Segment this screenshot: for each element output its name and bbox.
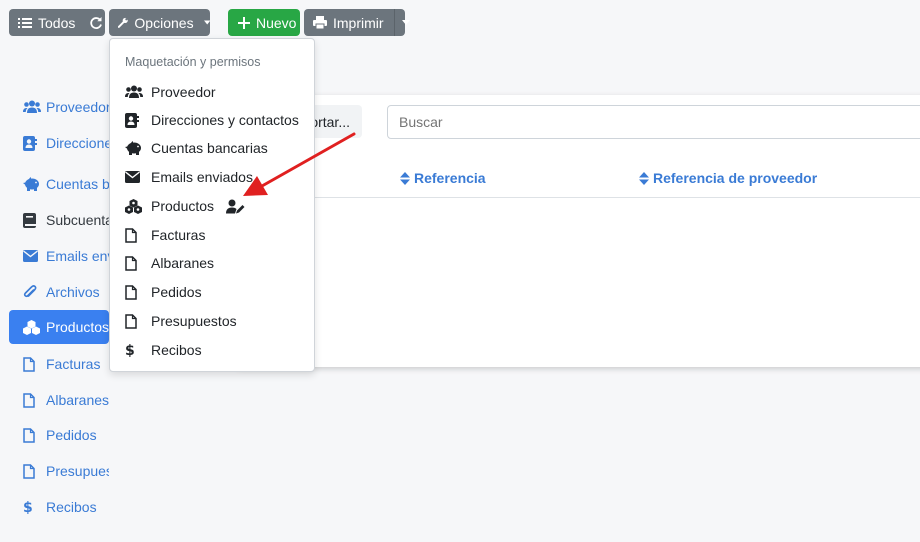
sidebar-item-label: Direcciones y contactos — [46, 135, 109, 151]
dropdown-header: Maquetación y permisos — [125, 55, 261, 69]
dropdown-item-label: Pedidos — [151, 284, 202, 300]
column-header-label: Referencia — [414, 170, 486, 186]
sort-icon — [400, 171, 410, 185]
sidebar-item-emails-enviados[interactable]: Emails enviados — [9, 239, 109, 273]
sidebar-item-label: Recibos — [46, 499, 97, 515]
sidebar-item-label: Subcuentas — [46, 212, 109, 228]
sidebar-item-recibos[interactable]: $ Recibos — [9, 490, 109, 524]
address-book-icon — [125, 112, 145, 128]
sidebar-item-label: Cuentas bancarias — [46, 176, 109, 192]
file-icon — [23, 427, 41, 443]
piggy-bank-icon — [23, 176, 41, 192]
print-button-label: Imprimir — [333, 14, 384, 31]
header-divider — [236, 197, 920, 198]
dropdown-item-label: Facturas — [151, 227, 206, 243]
sidebar-item-proveedor[interactable]: Proveedor — [9, 90, 109, 124]
sidebar-item-pedidos[interactable]: Pedidos — [9, 418, 109, 452]
refresh-icon — [90, 16, 103, 29]
dollar-icon: $ — [23, 499, 41, 515]
file-icon — [125, 313, 145, 329]
new-button[interactable]: Nuevo — [228, 9, 300, 36]
new-button-label: Nuevo — [256, 14, 297, 31]
sidebar-item-label: Archivos — [46, 284, 100, 300]
dropdown-item-recibos[interactable]: $ Recibos — [125, 339, 202, 361]
wrench-icon — [118, 17, 128, 28]
envelope-icon — [125, 169, 145, 185]
options-button-label: Opciones — [134, 14, 194, 31]
users-icon — [23, 99, 41, 115]
sort-button-label: ortar... — [310, 113, 350, 130]
book-icon — [23, 212, 41, 228]
caret-down-icon — [203, 20, 210, 25]
cubes-icon — [23, 319, 41, 335]
dropdown-item-emails-enviados[interactable]: Emails enviados — [125, 166, 253, 188]
dropdown-item-productos[interactable]: Productos — [125, 195, 245, 217]
dropdown-item-label: Proveedor — [151, 84, 216, 100]
dropdown-item-cuentas-bancarias[interactable]: Cuentas bancarias — [125, 137, 268, 159]
sidebar-item-label: Proveedor — [46, 99, 109, 115]
dropdown-item-label: Cuentas bancarias — [151, 140, 268, 156]
cubes-icon — [125, 198, 145, 214]
file-icon — [23, 392, 41, 408]
user-edit-icon — [226, 199, 245, 214]
dropdown-item-albaranes[interactable]: Albaranes — [125, 252, 214, 274]
all-button-label: Todos — [38, 14, 76, 31]
envelope-icon — [23, 248, 41, 264]
sidebar-item-subcuentas[interactable]: Subcuentas — [9, 203, 109, 237]
caret-down-icon — [401, 20, 410, 25]
column-header-referencia[interactable]: Referencia — [400, 170, 486, 186]
sort-icon — [639, 171, 649, 185]
users-icon — [125, 84, 145, 100]
dollar-icon: $ — [125, 342, 145, 358]
dropdown-item-label: Direcciones y contactos — [151, 112, 299, 128]
dropdown-item-label: Emails enviados — [151, 169, 253, 185]
dropdown-item-facturas[interactable]: Facturas — [125, 224, 205, 246]
plus-icon — [238, 16, 250, 29]
dropdown-item-presupuestos[interactable]: Presupuestos — [125, 310, 237, 332]
file-icon — [23, 356, 41, 372]
dropdown-item-label: Presupuestos — [151, 313, 237, 329]
print-icon — [313, 16, 327, 29]
dropdown-item-label: Albaranes — [151, 255, 215, 271]
file-icon — [125, 284, 145, 300]
dropdown-item-proveedor[interactable]: Proveedor — [125, 81, 216, 103]
print-button[interactable]: Imprimir — [304, 9, 395, 36]
dropdown-item-label: Productos — [151, 198, 215, 214]
search-input[interactable] — [387, 105, 920, 139]
paperclip-icon — [23, 284, 41, 300]
svg-text:$: $ — [23, 500, 33, 515]
all-button-group: Todos — [9, 9, 105, 36]
print-button-group: Imprimir — [304, 9, 410, 36]
dropdown-item-direcciones[interactable]: Direcciones y contactos — [125, 109, 299, 131]
options-button[interactable]: Opciones — [109, 9, 210, 36]
sidebar-item-productos[interactable]: Productos — [9, 310, 109, 344]
all-button[interactable]: Todos — [9, 9, 83, 36]
options-dropdown-menu: Maquetación y permisos Proveedor Direcci… — [109, 38, 315, 372]
piggy-bank-icon — [125, 140, 145, 156]
sidebar-item-label: Emails enviados — [46, 248, 109, 264]
sidebar-item-presupuestos[interactable]: Presupuestos — [9, 454, 109, 488]
sidebar-item-facturas[interactable]: Facturas — [9, 347, 109, 381]
file-icon — [23, 463, 41, 479]
sidebar-item-albaranes[interactable]: Albaranes — [9, 383, 109, 417]
list-icon — [18, 17, 32, 28]
print-dropdown-toggle[interactable] — [395, 9, 410, 36]
sidebar-item-label: Presupuestos — [46, 463, 109, 479]
column-header-label: Referencia de proveedor — [653, 170, 818, 186]
sidebar-item-label: Productos — [46, 319, 109, 335]
file-icon — [125, 227, 145, 243]
sidebar-item-label: Albaranes — [46, 392, 109, 408]
sidebar-item-direcciones[interactable]: Direcciones y contactos — [9, 126, 109, 160]
column-header-referencia-proveedor[interactable]: Referencia de proveedor — [639, 170, 817, 186]
sidebar-item-label: Pedidos — [46, 427, 97, 443]
dropdown-item-label: Recibos — [151, 342, 202, 358]
sidebar-item-label: Facturas — [46, 356, 101, 372]
svg-text:$: $ — [125, 343, 135, 358]
refresh-button[interactable] — [83, 9, 103, 36]
sidebar-item-cuentas-bancarias[interactable]: Cuentas bancarias — [9, 167, 109, 201]
address-book-icon — [23, 135, 41, 151]
dropdown-item-pedidos[interactable]: Pedidos — [125, 281, 202, 303]
sidebar-item-archivos[interactable]: Archivos — [9, 275, 109, 309]
file-icon — [125, 255, 145, 271]
